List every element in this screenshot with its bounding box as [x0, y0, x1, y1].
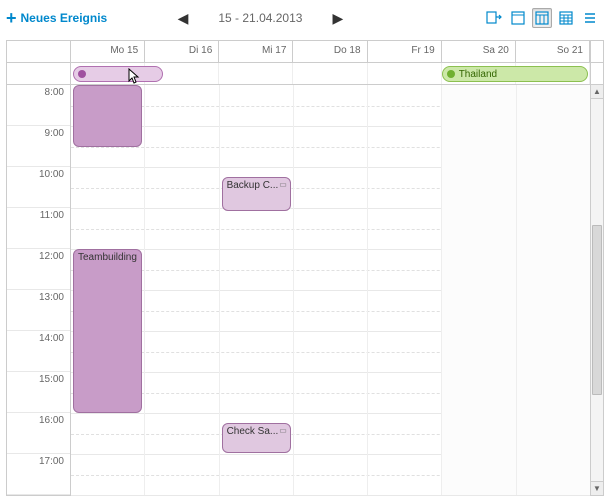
day-header[interactable]: Mo 15 — [71, 41, 145, 62]
new-event-button[interactable]: + Neues Ereignis — [0, 9, 107, 27]
calendar-week-view: Mo 15 Di 16 Mi 17 Do 18 Fr 19 Sa 20 So 2… — [6, 40, 604, 496]
date-nav: ◀ 15 - 21.04.2013 ▶ — [178, 10, 344, 27]
day-header[interactable]: Sa 20 — [442, 41, 516, 62]
scroll-up-button[interactable]: ▲ — [591, 85, 603, 99]
note-icon: ▭ — [279, 426, 287, 435]
day-column[interactable] — [517, 85, 590, 495]
prev-week-button[interactable]: ◀ — [178, 10, 189, 27]
calendar-event[interactable] — [73, 85, 142, 147]
time-label: 12:00 — [7, 249, 70, 290]
calendar-event[interactable]: Backup C... ▭ — [222, 177, 291, 211]
day-column[interactable] — [145, 85, 219, 495]
next-week-button[interactable]: ▶ — [332, 10, 343, 27]
day-header[interactable]: Di 16 — [145, 41, 219, 62]
day-header[interactable]: So 21 — [516, 41, 590, 62]
view-switcher — [484, 8, 600, 28]
day-header[interactable]: Do 18 — [293, 41, 367, 62]
plus-icon: + — [6, 9, 17, 27]
time-gutter: 8:00 9:00 10:00 11:00 12:00 13:00 14:00 … — [7, 85, 71, 495]
day-column[interactable]: Teambuilding — [71, 85, 145, 495]
time-label: 17:00 — [7, 454, 70, 495]
scroll-down-button[interactable]: ▼ — [591, 481, 603, 495]
time-label: 8:00 — [7, 85, 70, 126]
event-title: Teambuilding — [78, 252, 137, 263]
view-week-icon[interactable] — [532, 8, 552, 28]
allday-row: Thailand — [7, 63, 603, 85]
toolbar: + Neues Ereignis ◀ 15 - 21.04.2013 ▶ — [0, 0, 610, 40]
event-dot-icon — [447, 70, 455, 78]
day-column[interactable]: Backup C... ▭ Check Sa... ▭ — [220, 85, 294, 495]
time-label: 9:00 — [7, 126, 70, 167]
time-label: 13:00 — [7, 290, 70, 331]
note-icon: ▭ — [279, 180, 287, 189]
date-range-label: 15 - 21.04.2013 — [218, 11, 302, 25]
view-list-icon[interactable] — [580, 8, 600, 28]
view-month-icon[interactable] — [556, 8, 576, 28]
day-header-row: Mo 15 Di 16 Mi 17 Do 18 Fr 19 Sa 20 So 2… — [7, 41, 603, 63]
vertical-scrollbar[interactable]: ▲ ▼ — [590, 85, 603, 495]
day-column[interactable] — [442, 85, 516, 495]
scroll-head — [590, 41, 603, 62]
allday-cells[interactable]: Thailand — [71, 63, 590, 84]
event-title: Check Sa... — [227, 426, 279, 437]
scroll-thumb[interactable] — [592, 225, 602, 395]
view-goto-icon[interactable] — [484, 8, 504, 28]
allday-gutter — [7, 63, 71, 84]
calendar-event[interactable]: Teambuilding — [73, 249, 142, 413]
time-label: 10:00 — [7, 167, 70, 208]
grid-columns[interactable]: Teambuilding Backup C... ▭ Check Sa... ▭ — [71, 85, 590, 495]
day-header[interactable]: Fr 19 — [368, 41, 442, 62]
event-dot-icon — [78, 70, 86, 78]
new-event-label: Neues Ereignis — [21, 11, 108, 25]
calendar-event[interactable]: Check Sa... ▭ — [222, 423, 291, 453]
view-day-icon[interactable] — [508, 8, 528, 28]
gutter-head — [7, 41, 71, 62]
time-label: 11:00 — [7, 208, 70, 249]
time-label: 15:00 — [7, 372, 70, 413]
grid-body: 8:00 9:00 10:00 11:00 12:00 13:00 14:00 … — [7, 85, 603, 495]
allday-event[interactable]: Thailand — [442, 66, 588, 82]
time-label: 14:00 — [7, 331, 70, 372]
allday-event[interactable] — [73, 66, 163, 82]
event-title: Thailand — [459, 69, 497, 80]
time-label: 16:00 — [7, 413, 70, 454]
day-header[interactable]: Mi 17 — [219, 41, 293, 62]
day-column[interactable] — [368, 85, 442, 495]
allday-scroll-gap — [590, 63, 603, 84]
day-column[interactable] — [294, 85, 368, 495]
event-title: Backup C... — [227, 180, 279, 191]
